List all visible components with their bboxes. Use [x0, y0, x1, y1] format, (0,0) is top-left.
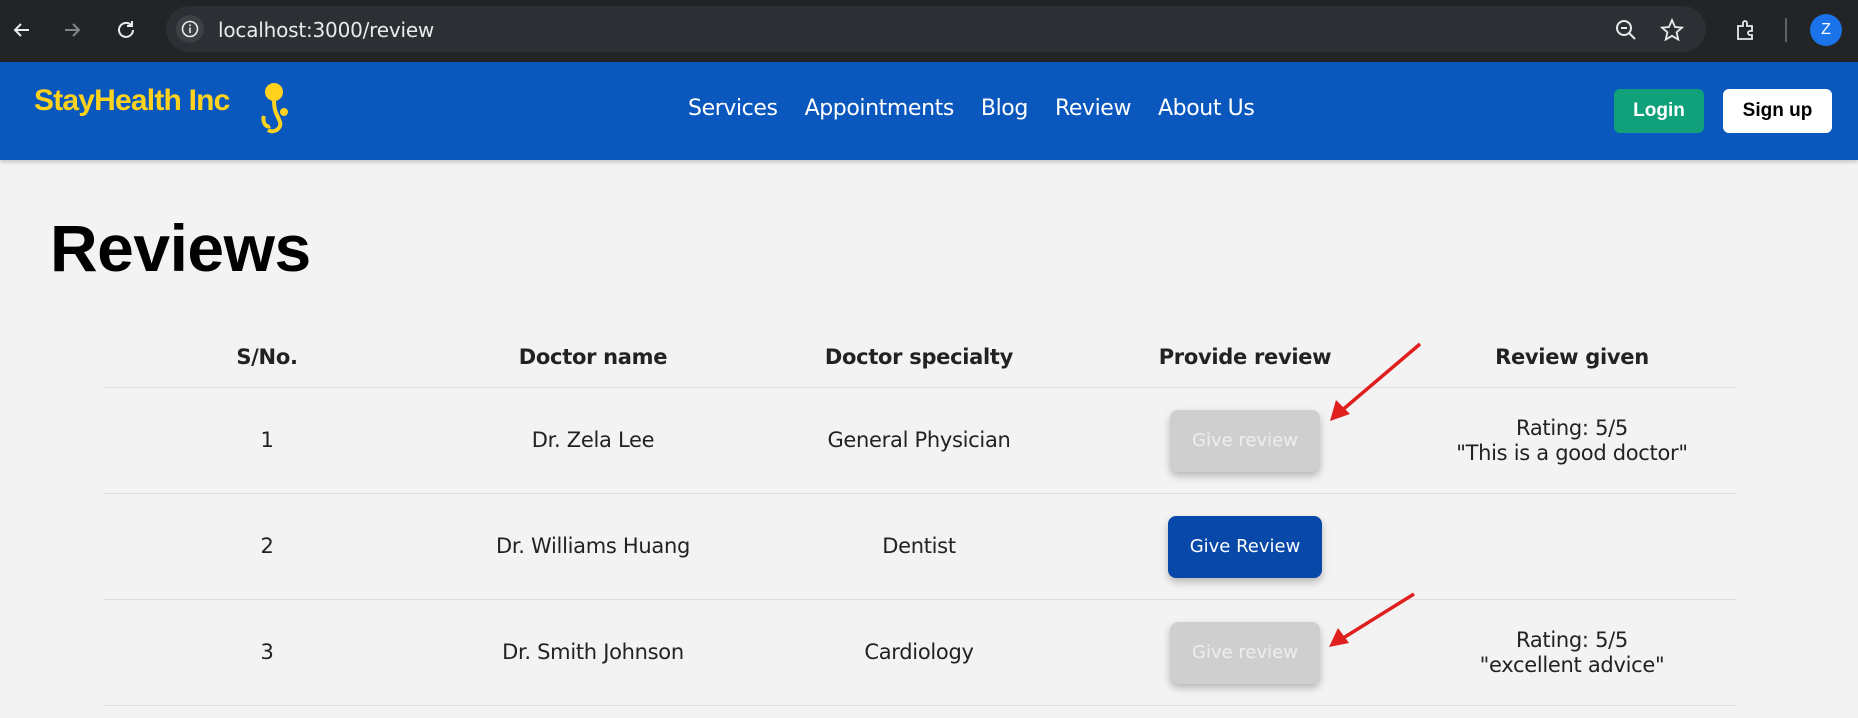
nav-link-appointments[interactable]: Appointments	[805, 96, 955, 121]
nav-link-about-us[interactable]: About Us	[1158, 96, 1255, 121]
back-icon[interactable]	[6, 14, 38, 46]
reload-icon[interactable]	[110, 14, 142, 46]
nav-link-blog[interactable]: Blog	[981, 96, 1028, 121]
give-review-button[interactable]: Give review	[1170, 621, 1320, 684]
zoom-icon[interactable]	[1614, 18, 1638, 42]
address-bar[interactable]: localhost:3000/review	[166, 6, 1706, 52]
cell-specialty: General Physician	[827, 428, 1011, 452]
url-text[interactable]: localhost:3000/review	[218, 18, 434, 42]
cell-review-given: Rating: 5/5 "This is a good doctor"	[1408, 388, 1736, 493]
signup-button[interactable]: Sign up	[1723, 89, 1832, 133]
cell-sno: 2	[260, 534, 274, 558]
login-button[interactable]: Login	[1614, 89, 1704, 133]
review-rating: Rating: 5/5	[1516, 415, 1628, 440]
annotation-arrow	[1329, 592, 1415, 647]
toolbar-divider	[1785, 18, 1787, 42]
cell-specialty: Dentist	[882, 534, 956, 558]
give-review-button[interactable]: Give review	[1170, 409, 1320, 472]
brand-name[interactable]: StayHealth Inc	[34, 84, 230, 118]
nav-link-review[interactable]: Review	[1055, 96, 1131, 121]
page-title: Reviews	[50, 211, 311, 285]
cell-sno: 3	[260, 640, 274, 664]
review-rating: Rating: 5/5	[1516, 627, 1628, 652]
cell-review-given	[1408, 494, 1736, 599]
table-row: 1 Dr. Zela Lee General Physician Give re…	[104, 388, 1736, 494]
cell-review-given: Rating: 5/5 "excellent advice"	[1408, 600, 1736, 705]
stethoscope-logo-icon	[256, 82, 290, 138]
bookmark-star-icon[interactable]	[1659, 17, 1685, 42]
nav-link-services[interactable]: Services	[688, 96, 778, 121]
table-row: 3 Dr. Smith Johnson Cardiology Give revi…	[104, 600, 1736, 706]
header-review-given: Review given	[1495, 344, 1649, 369]
review-comment: "excellent advice"	[1479, 652, 1665, 677]
cell-doctor-name: Dr. Zela Lee	[531, 428, 655, 452]
table-row: 2 Dr. Williams Huang Dentist Give Review	[104, 494, 1736, 600]
extensions-icon[interactable]	[1730, 14, 1762, 46]
browser-toolbar: localhost:3000/review Z	[0, 0, 1858, 62]
header-sno: S/No.	[236, 344, 298, 369]
cell-doctor-name: Dr. Smith Johnson	[502, 640, 684, 664]
forward-icon[interactable]	[56, 14, 88, 46]
header-doctor-specialty: Doctor specialty	[824, 344, 1014, 369]
cell-doctor-name: Dr. Williams Huang	[495, 534, 691, 558]
cell-sno: 1	[260, 428, 274, 452]
cell-specialty: Cardiology	[864, 640, 974, 664]
reviews-table: S/No. Doctor name Doctor specialty Provi…	[104, 326, 1736, 706]
site-navbar: StayHealth Inc Services Appointments Blo…	[0, 62, 1858, 160]
profile-avatar[interactable]: Z	[1810, 14, 1842, 46]
main-nav: Services Appointments Blog Review About …	[688, 96, 1281, 121]
site-info-icon[interactable]	[176, 15, 204, 43]
give-review-button[interactable]: Give Review	[1168, 515, 1322, 578]
header-doctor-name: Doctor name	[518, 344, 668, 369]
table-header: S/No. Doctor name Doctor specialty Provi…	[104, 326, 1736, 388]
annotation-arrow	[1330, 342, 1422, 421]
review-comment: "This is a good doctor"	[1456, 440, 1688, 465]
cell-provide-review: Give Review	[1082, 494, 1408, 599]
